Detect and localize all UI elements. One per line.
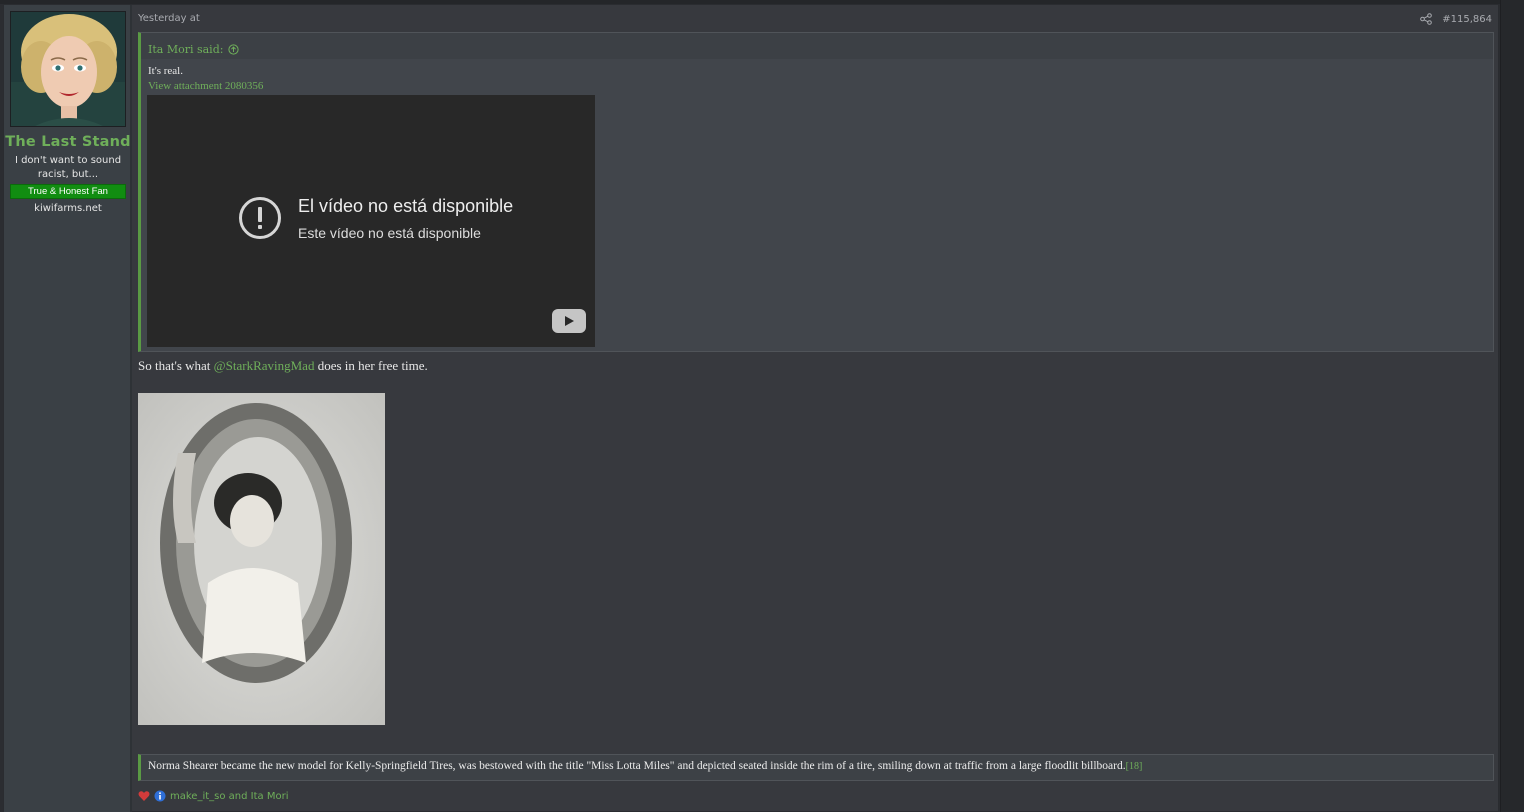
post-date[interactable]: Yesterday at: [138, 13, 200, 24]
avatar[interactable]: [10, 11, 126, 127]
caption-text: Norma Shearer became the new model for K…: [148, 760, 1126, 772]
exclamation-circle-icon: [238, 196, 282, 240]
attached-photo[interactable]: [138, 393, 385, 725]
quote-author[interactable]: Ita Mori said:: [148, 43, 223, 56]
quote-block: Ita Mori said: It's real. View attachmen…: [138, 32, 1494, 352]
post-meta: #115,864: [1420, 13, 1492, 25]
arrow-up-circle-icon[interactable]: [228, 43, 240, 55]
user-extra-info: kiwifarms.net: [34, 203, 102, 214]
post-number[interactable]: #115,864: [1442, 14, 1492, 25]
video-embed[interactable]: El vídeo no está disponible Este vídeo n…: [147, 95, 595, 347]
share-icon[interactable]: [1420, 13, 1433, 25]
body-text-before: So that's what: [138, 358, 214, 373]
forum-post: The Last Stand I don't want to sound rac…: [3, 4, 1499, 812]
post-main: Yesterday at #115,864 Ita Mori said: It'…: [134, 5, 1498, 812]
reaction-users[interactable]: make_it_so and Ita Mori: [170, 791, 288, 802]
photo-woman-in-tire: [138, 393, 385, 725]
user-sidebar: The Last Stand I don't want to sound rac…: [4, 5, 132, 812]
info-icon: [154, 790, 166, 802]
user-mention[interactable]: @StarkRavingMad: [214, 358, 315, 373]
avatar-portrait: [11, 12, 125, 126]
reactions-bar[interactable]: make_it_so and Ita Mori: [138, 790, 288, 802]
quote-text: It's real.: [148, 65, 183, 77]
caption-quote: Norma Shearer became the new model for K…: [138, 754, 1494, 781]
citation-link[interactable]: [18]: [1126, 761, 1143, 772]
body-text-after: does in her free time.: [314, 358, 428, 373]
user-banner: True & Honest Fan: [10, 184, 126, 199]
youtube-logo-icon[interactable]: [552, 309, 586, 333]
video-unavailable-title: El vídeo no está disponible: [298, 196, 514, 216]
video-unavailable-subtitle: Este vídeo no está disponible: [298, 225, 481, 241]
username[interactable]: The Last Stand: [4, 134, 132, 150]
attachment-link[interactable]: View attachment 2080356: [148, 80, 263, 92]
page-scrollbar[interactable]: [1500, 0, 1524, 812]
user-title: I don't want to sound racist, but...: [14, 155, 122, 180]
post-body-text: So that's what @StarkRavingMad does in h…: [138, 358, 428, 374]
heart-icon: [138, 790, 150, 802]
quote-header: Ita Mori said:: [141, 33, 1493, 59]
